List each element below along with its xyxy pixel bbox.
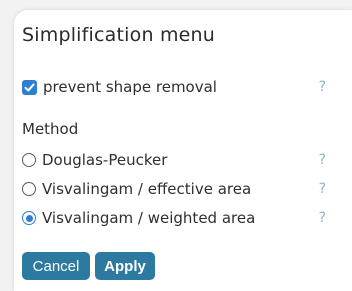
checkmark-icon — [24, 83, 35, 91]
help-icon[interactable]: ? — [319, 210, 326, 226]
prevent-shape-removal-checkbox[interactable] — [22, 79, 37, 95]
method-option-label: Visvalingam / weighted area — [42, 209, 256, 227]
method-option-visvalingam-effective[interactable]: Visvalingam / effective area ? — [22, 178, 332, 200]
help-icon[interactable]: ? — [319, 152, 326, 168]
help-icon[interactable]: ? — [319, 181, 326, 197]
visvalingam-effective-radio[interactable] — [22, 182, 36, 196]
method-label: Method — [22, 120, 79, 138]
method-option-douglas-peucker[interactable]: Douglas-Peucker ? — [22, 149, 332, 171]
visvalingam-weighted-radio[interactable] — [22, 211, 36, 225]
apply-button[interactable]: Apply — [95, 252, 155, 280]
menu-title: Simplification menu — [22, 24, 216, 46]
method-option-label: Visvalingam / effective area — [42, 180, 252, 198]
method-option-label: Douglas-Peucker — [42, 151, 168, 169]
cancel-button[interactable]: Cancel — [22, 252, 90, 280]
prevent-shape-removal-label: prevent shape removal — [43, 78, 217, 96]
method-option-visvalingam-weighted[interactable]: Visvalingam / weighted area ? — [22, 207, 332, 229]
douglas-peucker-radio[interactable] — [22, 153, 36, 167]
prevent-shape-removal-row[interactable]: prevent shape removal ? — [22, 76, 332, 98]
help-icon[interactable]: ? — [319, 79, 326, 95]
